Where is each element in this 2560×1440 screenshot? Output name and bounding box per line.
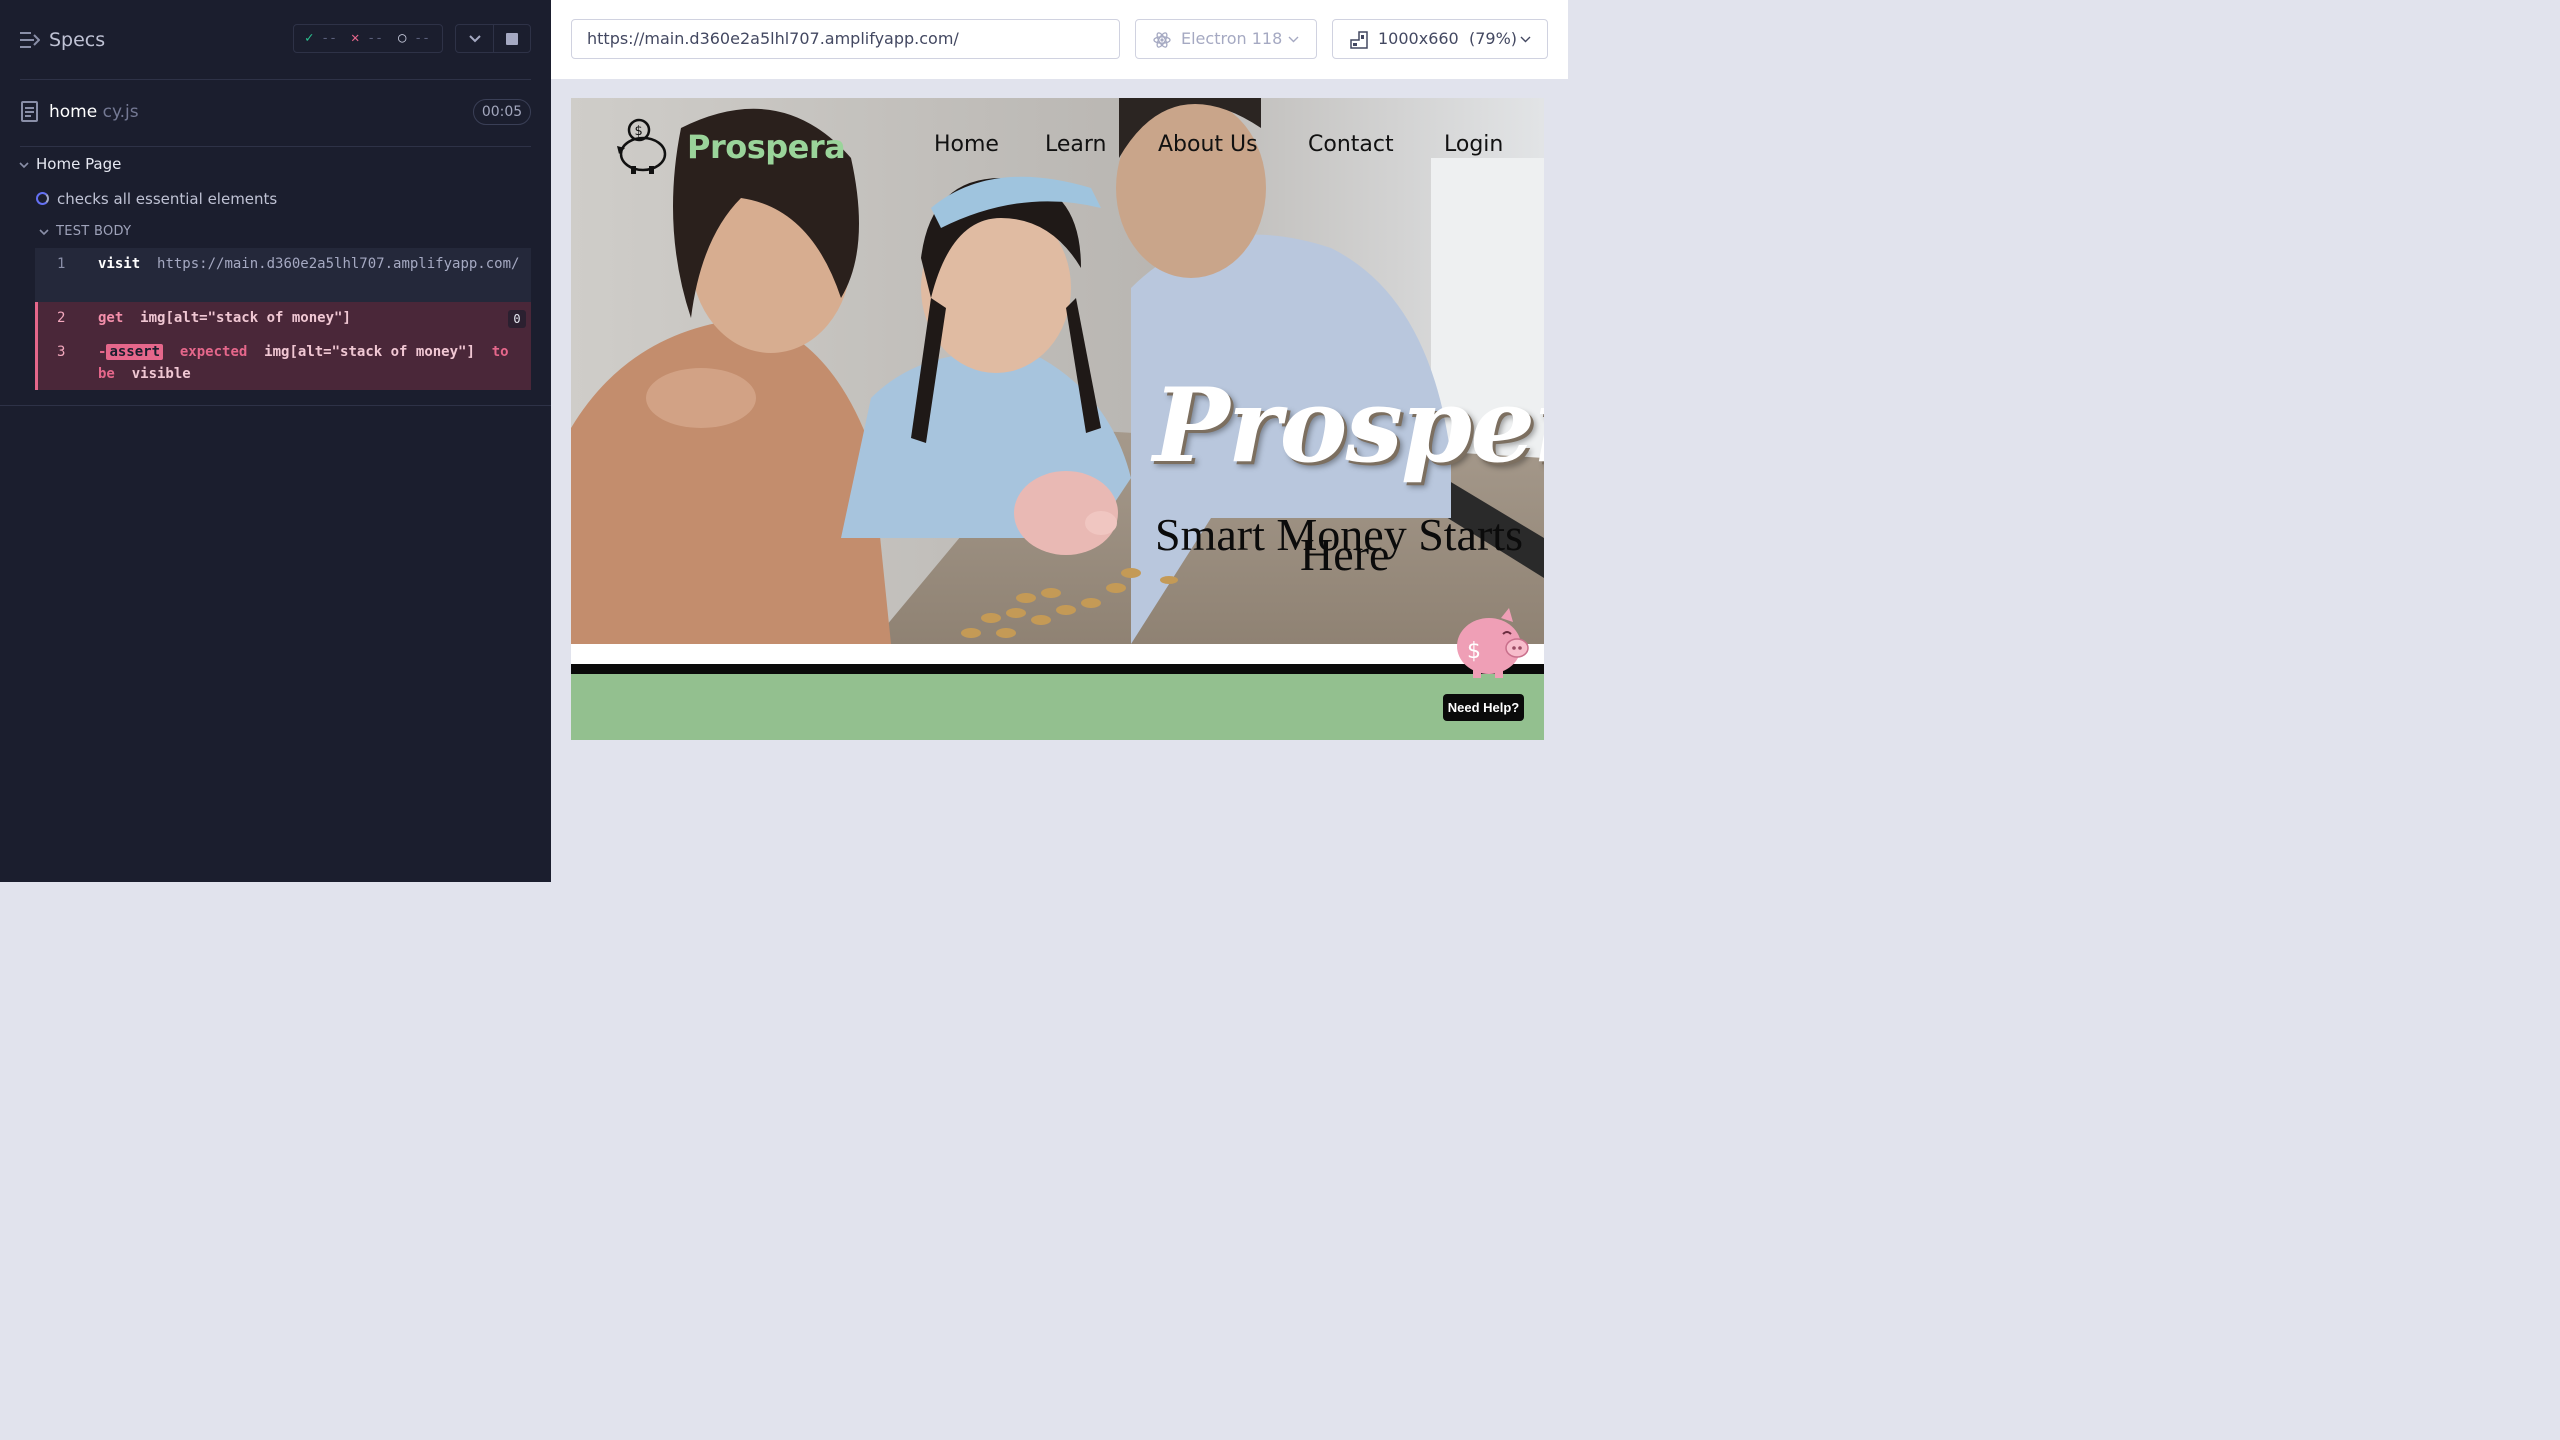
loading-spinner-icon: [36, 192, 49, 205]
divider: [20, 146, 531, 147]
assert-word-visible: visible: [131, 366, 191, 382]
svg-text:$: $: [635, 124, 643, 139]
divider: [20, 79, 531, 80]
spec-file-name[interactable]: home cy.js: [49, 102, 139, 122]
chevron-down-icon: [39, 228, 49, 235]
run-controls: [455, 24, 531, 53]
hero-section: $ Prospera Home Learn About Us Contact L…: [571, 98, 1544, 644]
spec-extension: cy.js: [97, 102, 139, 122]
hero-title: Prospera: [1153, 366, 1544, 486]
command-number: 1: [57, 256, 66, 272]
aut-header: https://main.d360e2a5lhl707.amplifyapp.c…: [551, 0, 1568, 79]
browser-selector[interactable]: Electron 118: [1135, 19, 1317, 59]
chevron-down-icon: [19, 161, 29, 168]
suite-label: Home Page: [36, 155, 122, 173]
brand-logo-text[interactable]: Prospera: [687, 128, 846, 166]
app-under-test: $ Prospera Home Learn About Us Contact L…: [571, 98, 1544, 740]
spec-duration: 00:05: [473, 99, 531, 125]
need-help-button[interactable]: Need Help?: [1443, 694, 1524, 721]
viewport-size: 1000x660: [1378, 29, 1459, 48]
spec-name: home: [49, 102, 98, 122]
command-message: https://main.d360e2a5lhl707.amplifyapp.c…: [157, 256, 520, 272]
suite-title[interactable]: Home Page: [18, 155, 121, 173]
document-icon: [21, 101, 38, 122]
passed-stat: ✓ --: [305, 30, 337, 46]
pending-stat: ○ --: [398, 30, 430, 46]
chevron-down-icon: [1520, 36, 1531, 43]
test-stats: ✓ -- ✕ -- ○ --: [293, 24, 443, 53]
command-name: visit: [98, 256, 141, 272]
command-number: 2: [57, 310, 66, 326]
command-visit[interactable]: 1 visit https://main.d360e2a5lhl707.ampl…: [35, 248, 531, 302]
command-content: visit https://main.d360e2a5lhl707.amplif…: [98, 253, 528, 275]
test-body-header[interactable]: TEST BODY: [38, 224, 131, 239]
browser-label: Electron 118: [1181, 29, 1283, 48]
pending-icon: ○: [398, 30, 407, 46]
green-band: [571, 674, 1544, 740]
divider: [493, 25, 494, 52]
command-assert[interactable]: 3 - assert expected img[alt="stack of mon…: [35, 336, 531, 390]
specs-header: Specs ✓ -- ✕ -- ○ --: [0, 0, 551, 80]
divider: [0, 405, 551, 406]
assert-subject: img[alt="stack of money"]: [264, 344, 475, 360]
viewport-scale: (79%): [1469, 29, 1518, 48]
command-log-panel: Specs ✓ -- ✕ -- ○ -- home cy.js 00:05 Ho…: [0, 0, 551, 882]
specs-title[interactable]: Specs: [49, 29, 105, 51]
chevron-down-icon: [1288, 36, 1299, 43]
nav-learn[interactable]: Learn: [1045, 132, 1107, 157]
assert-word-to: to: [491, 344, 509, 360]
command-content: get img[alt="stack of money"]: [98, 307, 528, 329]
passed-count: --: [321, 31, 337, 46]
test-label: checks all essential elements: [57, 190, 278, 208]
check-icon: ✓: [305, 30, 314, 46]
specs-list-icon[interactable]: [20, 31, 40, 49]
command-get[interactable]: 2 get img[alt="stack of money"] 0: [35, 302, 531, 336]
command-message: img[alt="stack of money"]: [140, 310, 351, 326]
command-number: 3: [57, 344, 66, 360]
hero-subtitle-line2: Here: [1300, 529, 1390, 580]
assert-word-be: be: [98, 366, 115, 382]
ruler-icon: [1350, 31, 1368, 49]
piggy-bank-logo-icon: $: [617, 118, 667, 174]
pending-count: --: [414, 31, 430, 46]
nav-login[interactable]: Login: [1444, 132, 1503, 157]
test-title[interactable]: checks all essential elements: [36, 190, 277, 208]
failed-count: --: [367, 31, 383, 46]
assert-badge: assert: [106, 344, 164, 360]
x-icon: ✕: [351, 30, 360, 46]
section-divider: [571, 664, 1544, 674]
failed-stat: ✕ --: [351, 30, 383, 46]
url-bar[interactable]: https://main.d360e2a5lhl707.amplifyapp.c…: [571, 19, 1120, 59]
svg-text:$: $: [1467, 639, 1481, 664]
chevron-down-icon[interactable]: [469, 34, 481, 44]
electron-icon: [1153, 32, 1171, 48]
element-count-badge: 0: [508, 310, 526, 328]
piggy-bank-mascot-icon[interactable]: $: [1451, 606, 1531, 678]
nav-about-us[interactable]: About Us: [1158, 132, 1258, 157]
assert-expected: expected: [179, 344, 248, 360]
viewport-selector[interactable]: 1000x660 (79%): [1332, 19, 1548, 59]
nav-home[interactable]: Home: [934, 132, 999, 157]
nav-contact[interactable]: Contact: [1308, 132, 1394, 157]
command-content: - assert expected img[alt="stack of money…: [98, 341, 528, 385]
test-body-label: TEST BODY: [56, 224, 132, 239]
command-name: get: [98, 310, 124, 326]
stop-icon[interactable]: [506, 33, 518, 45]
